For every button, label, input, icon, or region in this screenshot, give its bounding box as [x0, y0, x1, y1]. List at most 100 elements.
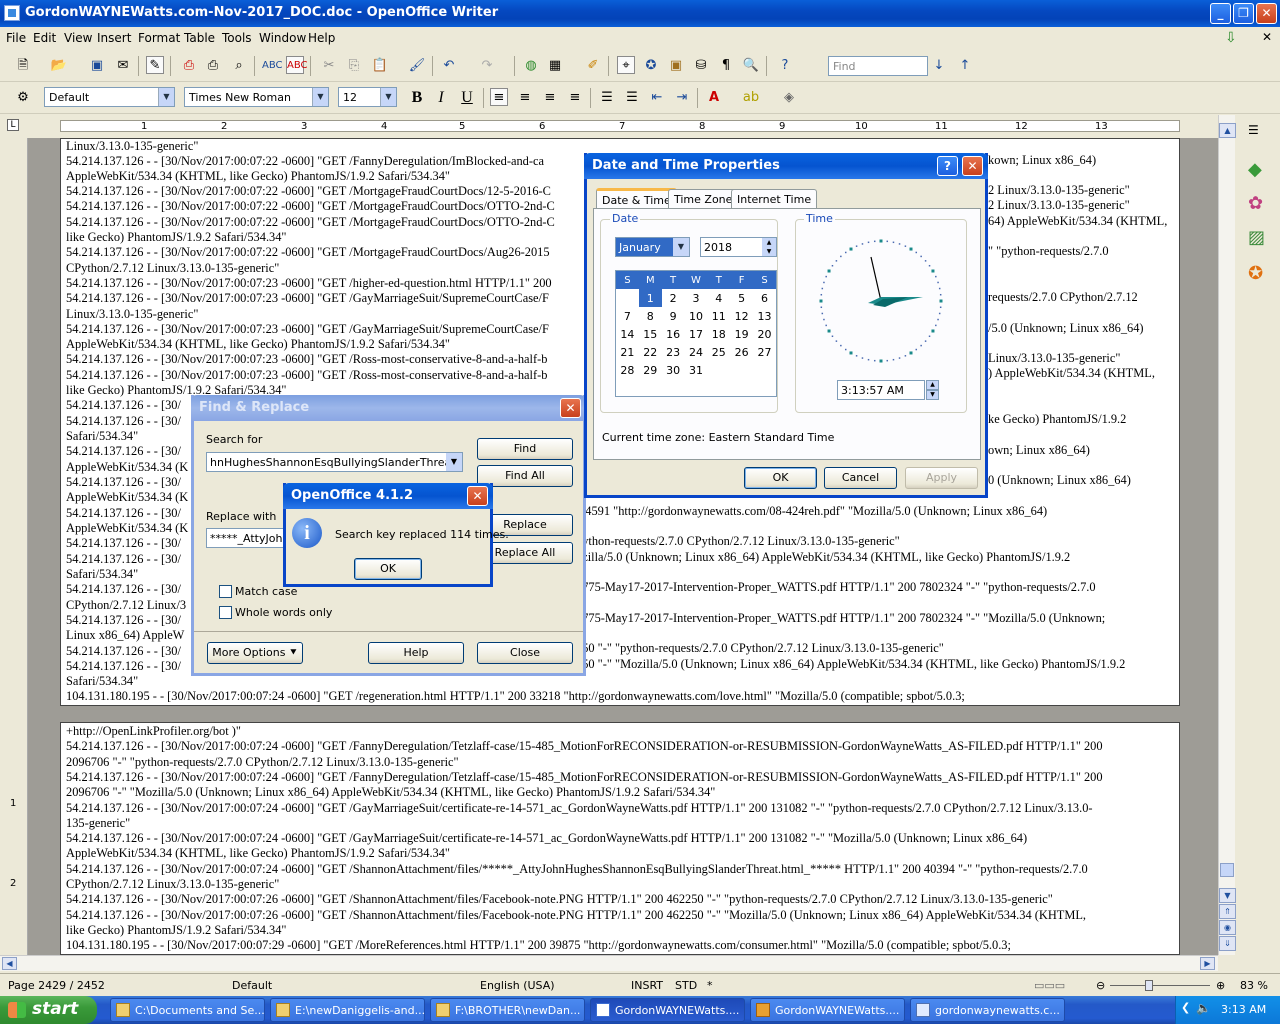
scroll-left-button[interactable]: ◀ [2, 957, 17, 970]
zoom-out-icon[interactable]: ⊖ [1096, 979, 1105, 992]
find-previous-icon[interactable]: ↑ [956, 57, 974, 75]
calendar-day[interactable]: 22 [639, 343, 662, 361]
background-color-icon[interactable]: ◈ [780, 89, 798, 107]
calendar-day[interactable]: 15 [639, 325, 662, 343]
close-window-button[interactable]: ✕ [1256, 3, 1277, 24]
start-button[interactable]: start [0, 996, 97, 1024]
search-history-dropdown[interactable]: ▼ [446, 453, 462, 471]
document-page-2[interactable]: +http://OpenLinkProfiler.org/bot )" 54.21… [60, 722, 1180, 955]
taskbar-item-notepad[interactable]: gordonwaynewatts.c... [910, 998, 1065, 1022]
bold-icon[interactable]: B [408, 89, 426, 107]
vertical-scrollbar[interactable]: ▲ ▼ ⇑ ◉ ⇓ [1218, 115, 1236, 955]
font-color-icon[interactable]: A [705, 89, 723, 107]
insert-mode[interactable]: INSRT [631, 979, 663, 992]
replace-with-input[interactable]: *****_AttyJoh [206, 528, 291, 548]
volume-icon[interactable]: 🔈 [1196, 1001, 1211, 1015]
minimize-button[interactable]: _ [1210, 3, 1231, 24]
paste-icon[interactable]: 📋 [371, 57, 389, 75]
menu-view[interactable]: View [64, 31, 92, 45]
show-draw-functions-icon[interactable]: ✐ [584, 57, 602, 75]
find-input[interactable]: Find [828, 56, 928, 76]
calendar-day[interactable]: 21 [616, 343, 639, 361]
align-center-icon[interactable]: ≡ [516, 89, 534, 107]
taskbar-item-documents[interactable]: C:\Documents and Se... [110, 998, 265, 1022]
calendar-day[interactable]: 17 [685, 325, 708, 343]
next-page-button[interactable]: ⇓ [1219, 936, 1236, 951]
bullets-icon[interactable]: ☰ [623, 89, 641, 107]
navigator-sidebar-icon[interactable]: ✪ [1248, 263, 1263, 284]
gallery-icon[interactable]: ▣ [667, 57, 685, 75]
calendar-day[interactable]: 31 [685, 361, 708, 379]
menu-tools[interactable]: Tools [222, 31, 252, 45]
font-name-select[interactable]: Times New Roman ▼ [184, 87, 329, 107]
underline-icon[interactable]: U [458, 89, 476, 107]
calendar-day[interactable]: 1 [638, 289, 662, 307]
decrease-indent-icon[interactable]: ⇤ [648, 89, 666, 107]
tab-time-zone[interactable]: Time Zone [668, 189, 739, 209]
calendar-day[interactable]: 23 [662, 343, 685, 361]
previous-page-button[interactable]: ⇑ [1219, 904, 1236, 919]
scroll-thumb[interactable] [1220, 863, 1234, 877]
calendar-day[interactable]: 30 [662, 361, 685, 379]
calendar-day[interactable]: 14 [616, 325, 639, 343]
scroll-right-button[interactable]: ▶ [1200, 957, 1215, 970]
gallery-sidebar-icon[interactable]: ▨ [1248, 227, 1265, 248]
date-time-ok-button[interactable]: OK [744, 467, 817, 489]
view-layout-icon[interactable]: ▭▭▭ [1034, 979, 1065, 992]
calendar-day[interactable]: 6 [753, 289, 776, 307]
date-time-apply-button[interactable]: Apply [905, 467, 978, 489]
whole-words-checkbox[interactable] [219, 606, 232, 619]
year-down-icon[interactable]: ▼ [762, 247, 776, 256]
calendar-day[interactable]: 4 [707, 289, 730, 307]
selection-mode[interactable]: STD [675, 979, 697, 992]
spellcheck-icon[interactable]: ABC [262, 57, 283, 75]
page-style[interactable]: Default [232, 979, 272, 992]
update-icon[interactable]: ⇩ [1225, 30, 1237, 46]
calendar-day[interactable]: 7 [616, 307, 639, 325]
menu-edit[interactable]: Edit [33, 31, 56, 45]
navigator-icon[interactable]: ✪ [642, 57, 660, 75]
increase-indent-icon[interactable]: ⇥ [673, 89, 691, 107]
menu-table[interactable]: Table [184, 31, 215, 45]
menu-file[interactable]: File [6, 31, 26, 45]
email-icon[interactable]: ✉ [114, 57, 132, 75]
date-time-cancel-button[interactable]: Cancel [824, 467, 897, 489]
menu-insert[interactable]: Insert [97, 31, 131, 45]
calendar-day[interactable]: 2 [662, 289, 685, 307]
year-up-icon[interactable]: ▲ [762, 238, 776, 247]
print-icon[interactable]: ⎙ [204, 57, 222, 75]
cut-icon[interactable]: ✂ [320, 57, 338, 75]
sidebar-menu-icon[interactable]: ☰ [1248, 123, 1259, 137]
find-button[interactable]: Find [477, 438, 573, 460]
properties-icon[interactable]: ◆ [1248, 159, 1262, 180]
time-down-icon[interactable]: ▼ [926, 390, 939, 400]
export-pdf-icon[interactable]: ⎙ [180, 57, 198, 75]
date-time-titlebar[interactable]: Date and Time Properties ? ✕ [584, 153, 988, 179]
data-sources-icon[interactable]: ⛁ [692, 57, 710, 75]
find-replace-icon[interactable]: ⌖ [617, 56, 635, 74]
highlighting-icon[interactable]: ab [742, 89, 760, 107]
message-titlebar[interactable]: OpenOffice 4.1.2 ✕ [283, 483, 493, 509]
time-input[interactable]: 3:13:57 AM [837, 380, 925, 400]
align-right-icon[interactable]: ≡ [541, 89, 559, 107]
calendar-day[interactable]: 26 [730, 343, 753, 361]
find-replace-close-icon[interactable]: ✕ [560, 398, 581, 418]
table-icon[interactable]: ▦ [546, 57, 564, 75]
edit-mode-icon[interactable]: ✎ [146, 56, 164, 74]
calendar-day[interactable]: 11 [707, 307, 730, 325]
navigation-button[interactable]: ◉ [1219, 920, 1236, 935]
menu-window[interactable]: Window [259, 31, 306, 45]
justify-icon[interactable]: ≡ [566, 89, 584, 107]
zoom-slider-handle[interactable] [1145, 980, 1153, 991]
match-case-checkbox[interactable] [219, 585, 232, 598]
zoom-level[interactable]: 83 % [1240, 979, 1268, 992]
numbering-icon[interactable]: ☰ [598, 89, 616, 107]
hyperlink-icon[interactable]: ◍ [522, 57, 540, 75]
message-close-icon[interactable]: ✕ [467, 486, 488, 506]
paragraph-style-select[interactable]: Default ▼ [44, 87, 175, 107]
help-button[interactable]: Help [368, 642, 464, 664]
styles-icon[interactable]: ✿ [1248, 193, 1263, 214]
align-left-icon[interactable]: ≡ [490, 88, 508, 106]
date-time-close-icon[interactable]: ✕ [962, 156, 983, 176]
taskbar-item-writer[interactable]: GordonWAYNEWatts.... [590, 998, 745, 1022]
